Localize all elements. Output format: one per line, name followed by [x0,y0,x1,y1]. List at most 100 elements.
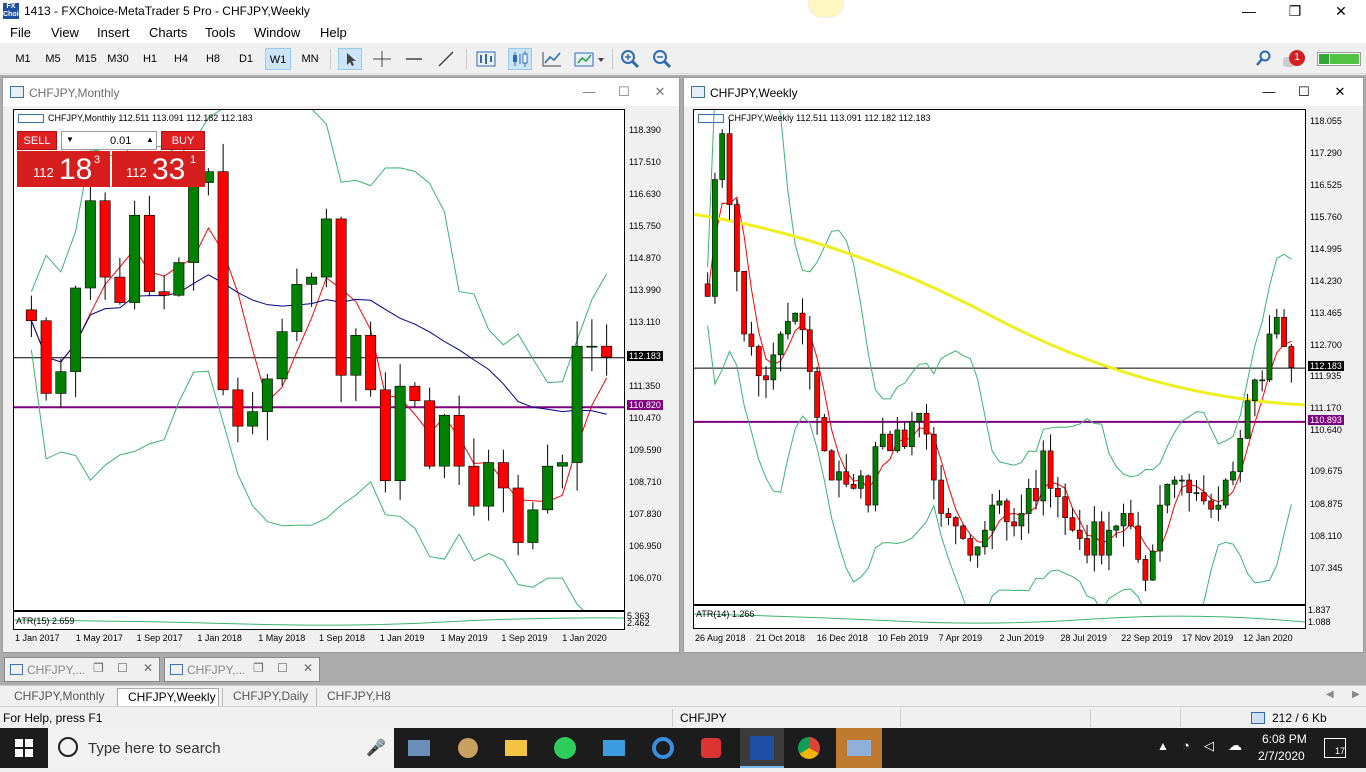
bar-chart-icon[interactable] [474,48,498,70]
tab-scroll-right-icon[interactable]: ▶ [1352,689,1360,700]
candle-body [25,309,37,322]
candle-body [1281,316,1287,347]
timeframe-m15[interactable]: M15 [72,48,100,70]
weekly-close-button[interactable]: ✕ [1330,83,1350,101]
timeframe-w1[interactable]: W1 [265,48,291,70]
menu-tools[interactable]: Tools [205,25,235,40]
menu-window[interactable]: Window [254,25,300,40]
tab-chfjpy-monthly[interactable]: CHFJPY,Monthly [4,688,116,707]
microphone-icon[interactable]: 🎤 [366,738,386,758]
action-center-icon[interactable]: 17 [1324,738,1346,758]
lot-size-value[interactable]: 0.01 [110,135,131,147]
clock-time[interactable]: 6:08 PM [1262,732,1307,746]
taskbar-app-red-icon[interactable] [695,732,727,764]
price-axis-label: 110.470 [629,413,661,423]
minimized-window-2[interactable]: CHFJPY,... ❐ ☐ ✕ [164,657,320,682]
taskbar-app-orange-icon[interactable] [836,728,882,768]
sell-price-box[interactable]: 112 18 3 [17,151,110,187]
weekly-minimize-button[interactable]: — [1259,83,1279,101]
weekly-atr-panel[interactable]: ATR(14) 1.266 [693,605,1306,629]
buy-price-box[interactable]: 112 33 1 [112,151,205,187]
weekly-chart-window[interactable]: CHFJPY,Weekly — ☐ ✕ CHFJPY,Weekly 112.51… [683,77,1364,653]
weekly-maximize-button[interactable]: ☐ [1294,83,1314,101]
candle-body [916,412,923,422]
menu-insert[interactable]: Insert [97,25,130,40]
timeframe-m1[interactable]: M1 [10,48,36,70]
taskbar-file-explorer-icon[interactable] [500,732,532,764]
taskbar-whatsapp-icon[interactable] [549,732,581,764]
show-hidden-icons[interactable]: ▲ [1157,739,1169,753]
templates-icon[interactable] [572,48,606,70]
windows-start-icon[interactable] [8,732,40,764]
timeframe-h1[interactable]: H1 [137,48,163,70]
menu-charts[interactable]: Charts [149,25,187,40]
time-axis-label: 10 Feb 2019 [877,633,929,643]
search-icon[interactable] [1252,48,1276,70]
taskbar-chrome-icon[interactable] [793,732,825,764]
taskbar-app-remote-icon[interactable] [598,732,630,764]
network-icon[interactable]: ◔ [1182,738,1190,753]
cursor-icon[interactable] [338,48,362,70]
horizontal-line-icon[interactable] [402,48,426,70]
monthly-minimize-button[interactable]: — [579,83,599,101]
status-traffic: 212 / 6 Kb [1272,711,1327,725]
taskbar-fxchoice-icon[interactable] [740,728,784,768]
tab-chfjpy-daily[interactable]: CHFJPY,Daily [222,688,316,707]
timeframe-m5[interactable]: M5 [40,48,66,70]
notifications-icon[interactable]: 1 [1283,50,1307,69]
trendline-icon[interactable] [434,48,458,70]
line-chart-icon[interactable] [540,48,564,70]
maximize-button[interactable]: ❐ [1272,0,1318,22]
maximize-icon[interactable]: ☐ [117,661,128,675]
zoom-in-icon[interactable] [618,48,642,70]
buy-button[interactable]: BUY [161,131,205,150]
candle-body [158,291,170,296]
zoom-out-icon[interactable] [650,48,674,70]
candle-body [1076,529,1083,539]
taskbar-app-photos-icon[interactable] [403,732,435,764]
candle-body [836,471,842,481]
minimize-button[interactable]: — [1226,0,1272,22]
restore-icon[interactable]: ❐ [93,661,104,675]
monthly-maximize-button[interactable]: ☐ [614,83,634,101]
close-button[interactable]: ✕ [1318,0,1364,22]
maximize-icon[interactable]: ☐ [277,661,288,675]
timeframe-mn[interactable]: MN [297,48,323,70]
close-icon[interactable]: ✕ [143,661,153,675]
menu-help[interactable]: Help [320,25,347,40]
monthly-atr-label: ATR(15) 2.659 [16,616,75,626]
onedrive-icon[interactable]: ☁ [1228,737,1242,754]
menu-view[interactable]: View [51,25,79,40]
monthly-chart-window[interactable]: CHFJPY,Monthly — ☐ ✕ CHFJPY,Monthly 112.… [2,77,680,653]
taskbar-app-paint-icon[interactable] [452,732,484,764]
taskbar-search-box[interactable]: Type here to search 🎤 [48,728,394,768]
tab-chfjpy-weekly[interactable]: CHFJPY,Weekly [117,688,219,707]
timeframe-d1[interactable]: D1 [233,48,259,70]
candle-body [1222,479,1229,506]
weekly-price-plot[interactable]: CHFJPY,Weekly 112.511 113.091 112.182 11… [693,109,1306,605]
candlestick-icon[interactable] [508,48,532,70]
sell-button[interactable]: SELL [17,131,57,150]
candle-body [409,385,421,402]
minimized-window-1[interactable]: CHFJPY,... ❐ ☐ ✕ [4,657,160,682]
close-icon[interactable]: ✕ [303,661,313,675]
timeframe-h8[interactable]: H8 [200,48,226,70]
volume-icon[interactable]: ◁ [1204,738,1214,754]
tab-chfjpy-h8[interactable]: CHFJPY,H8 [316,688,396,707]
lot-increase-icon[interactable]: ▲ [146,135,154,144]
menu-file[interactable]: File [10,25,31,40]
monthly-close-button[interactable]: ✕ [650,83,670,101]
candle-body [335,218,347,376]
taskbar-internet-explorer-icon[interactable] [647,732,679,764]
timeframe-h4[interactable]: H4 [168,48,194,70]
clock-date[interactable]: 2/7/2020 [1258,749,1305,763]
crosshair-icon[interactable] [370,48,394,70]
candle-body [945,513,952,518]
lot-size-stepper[interactable]: ▼ 0.01 ▲ [61,131,157,150]
candle-body [821,417,828,452]
restore-icon[interactable]: ❐ [253,661,264,675]
monthly-atr-panel[interactable]: ATR(15) 2.659 [13,611,625,630]
lot-decrease-icon[interactable]: ▼ [66,135,74,144]
tab-scroll-left-icon[interactable]: ◀ [1326,689,1334,700]
timeframe-m30[interactable]: M30 [104,48,132,70]
